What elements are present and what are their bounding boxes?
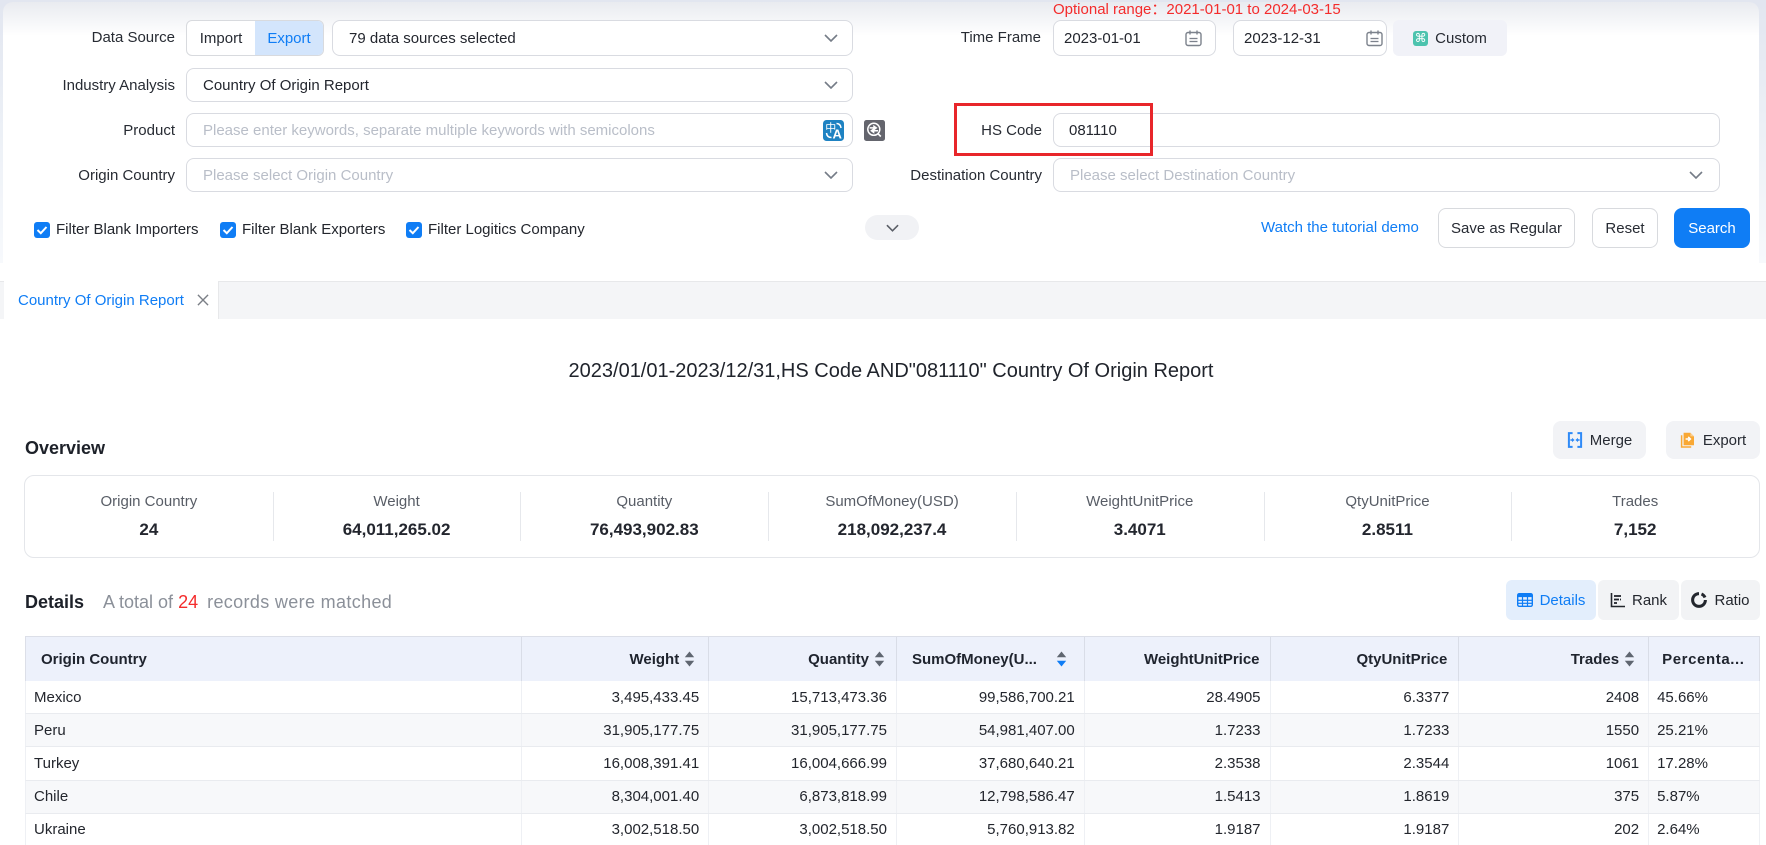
svg-text:A: A	[833, 127, 843, 142]
